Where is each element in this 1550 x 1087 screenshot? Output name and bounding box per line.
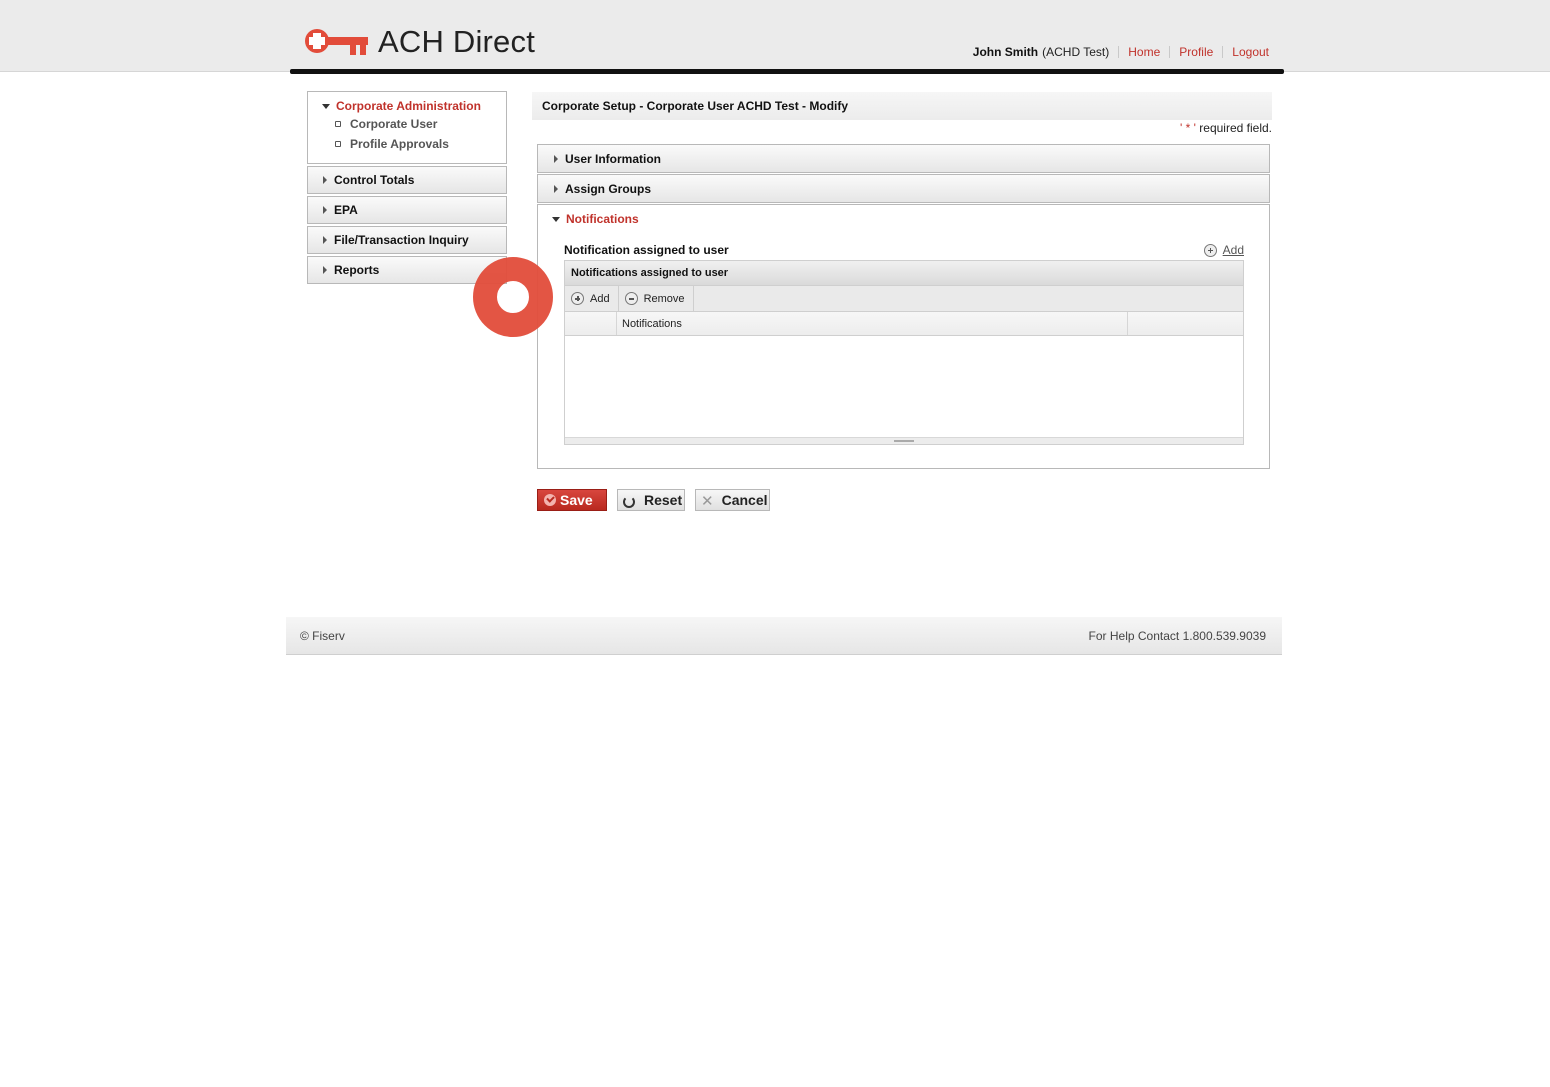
sidebar-section-label: Corporate Administration (336, 99, 481, 113)
notifications-panel: Notifications Notification assigned to u… (537, 204, 1270, 469)
caret-right-icon (323, 176, 327, 184)
grid-select-column[interactable] (565, 312, 617, 335)
remove-circle-icon (624, 292, 638, 305)
required-star: ' * ' (1180, 121, 1196, 135)
accordion-label: Notifications (566, 212, 639, 226)
grid-column-notifications[interactable]: Notifications (617, 312, 1128, 335)
top-bar (0, 0, 1550, 72)
click-marker (473, 257, 553, 337)
sidebar-section-label: File/Transaction Inquiry (334, 233, 469, 247)
check-icon (544, 494, 556, 506)
nav-home-link[interactable]: Home (1128, 45, 1160, 59)
sidebar-section-epa[interactable]: EPA (307, 196, 507, 224)
add-link-label: Add (1222, 243, 1244, 257)
grid-remove-button[interactable]: Remove (619, 285, 694, 312)
app-title: ACH Direct (378, 24, 536, 59)
grid-resize-bar[interactable] (565, 437, 1243, 444)
cancel-label: Cancel (721, 492, 768, 508)
caret-right-icon (554, 184, 558, 193)
nav-logout-link[interactable]: Logout (1232, 45, 1269, 59)
cancel-button[interactable]: ✕ Cancel (695, 489, 770, 511)
main-content: Corporate Setup - Corporate User ACHD Te… (532, 92, 1272, 469)
sidebar-section-control-totals[interactable]: Control Totals (307, 166, 507, 194)
sidebar-section-label: Reports (334, 263, 380, 277)
grid-column-headers: Notifications (565, 312, 1243, 336)
accordion-label: User Information (565, 151, 662, 166)
bullet-icon (335, 121, 341, 127)
caret-right-icon (554, 154, 558, 163)
notifications-grid: Notifications assigned to user Add Remov… (564, 260, 1244, 445)
required-text: required field. (1199, 121, 1272, 135)
sidebar-item-profile-approvals[interactable]: Profile Approvals (308, 134, 506, 154)
page-title: Corporate Setup - Corporate User ACHD Te… (532, 92, 1272, 120)
key-logo-icon (305, 29, 368, 55)
sidebar-section-label: Control Totals (334, 173, 415, 187)
grid-add-button[interactable]: Add (565, 285, 619, 312)
close-icon: ✕ (701, 493, 714, 510)
sidebar-section-file-transaction-inquiry[interactable]: File/Transaction Inquiry (307, 226, 507, 254)
save-label: Save (560, 492, 593, 508)
footer-help: For Help Contact 1.800.539.9039 (1088, 628, 1266, 643)
sidebar-menu: Corporate Administration Corporate User … (307, 91, 507, 284)
reset-button[interactable]: Reset (617, 489, 685, 511)
add-circle-icon (1203, 243, 1217, 257)
notifications-label: Notification assigned to user (564, 243, 729, 257)
grid-add-label: Add (590, 292, 610, 305)
grid-remove-label: Remove (643, 292, 685, 305)
save-button[interactable]: Save (537, 489, 607, 511)
nav-divider (1118, 46, 1120, 58)
page-footer: © Fiserv For Help Contact 1.800.539.9039 (286, 617, 1282, 655)
header-rule (290, 69, 1284, 74)
add-circle-icon (571, 292, 584, 305)
caret-down-icon (552, 216, 560, 222)
sidebar-item-corporate-user[interactable]: Corporate User (308, 114, 506, 134)
sidebar-item-label: Profile Approvals (350, 137, 449, 151)
caret-right-icon (323, 206, 327, 214)
footer-copyright: © Fiserv (300, 628, 345, 643)
add-notification-link[interactable]: Add (1203, 243, 1244, 257)
resize-grip-icon[interactable] (894, 440, 914, 442)
caret-down-icon (322, 103, 330, 109)
nav-divider (1222, 46, 1224, 58)
required-note: ' * ' required field. (532, 121, 1272, 139)
caret-right-icon (323, 266, 327, 274)
sidebar-section-label: EPA (334, 203, 358, 217)
accordion-notifications[interactable]: Notifications (538, 205, 1269, 233)
reset-label: Reset (644, 492, 683, 508)
refresh-icon (623, 495, 635, 508)
user-context: (ACHD Test) (1042, 45, 1110, 59)
accordion-assign-groups[interactable]: Assign Groups (537, 174, 1270, 203)
brand-logo[interactable]: ACH Direct (302, 22, 535, 62)
user-nav: John Smith (ACHD Test) Home Profile Logo… (973, 45, 1269, 59)
bullet-icon (335, 141, 341, 147)
nav-divider (1169, 46, 1171, 58)
nav-profile-link[interactable]: Profile (1179, 45, 1213, 59)
accordion-user-information[interactable]: User Information (537, 144, 1270, 173)
sidebar-item-label: Corporate User (350, 117, 438, 131)
grid-toolbar: Add Remove (565, 285, 1243, 312)
user-name: John Smith (972, 45, 1039, 59)
sidebar-section-header[interactable]: Corporate Administration (308, 98, 506, 114)
accordion-label: Assign Groups (565, 181, 652, 196)
caret-right-icon (323, 236, 327, 244)
grid-caption: Notifications assigned to user (565, 261, 1243, 286)
notifications-label-row: Notification assigned to user Add (564, 243, 1244, 257)
sidebar-section-corporate-administration: Corporate Administration Corporate User … (307, 91, 507, 164)
